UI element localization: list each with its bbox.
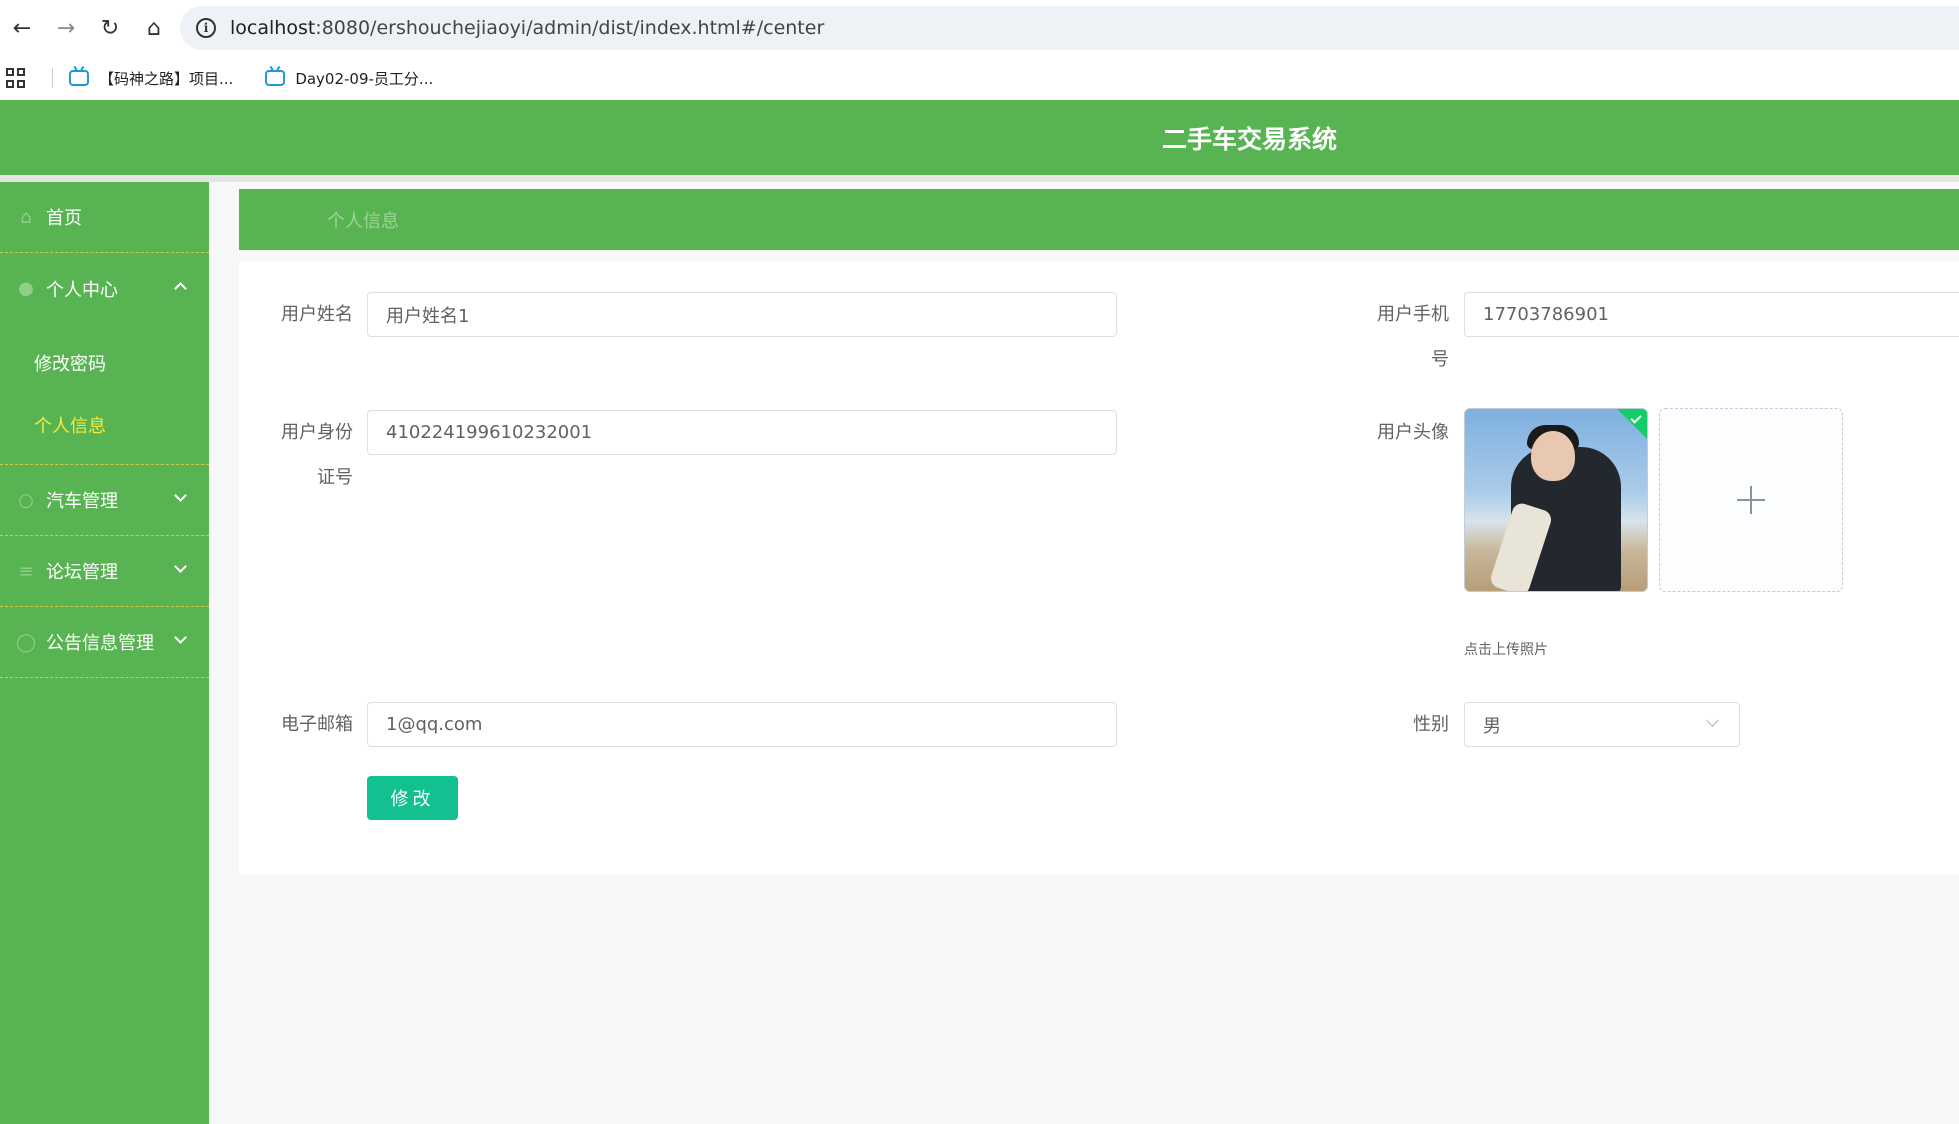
sidebar-item-forum-management[interactable]: ≡ 论坛管理 bbox=[0, 536, 209, 607]
url-text: localhost:8080/ershouchejiaoyi/admin/dis… bbox=[230, 17, 825, 39]
menu-icon: ≡ bbox=[18, 560, 34, 582]
home-browser-icon[interactable]: ⌂ bbox=[132, 6, 176, 50]
bookmark-label: Day02-09-员工分... bbox=[295, 69, 434, 88]
avatar-image[interactable] bbox=[1464, 408, 1648, 592]
chevron-up-icon bbox=[174, 282, 187, 295]
bookmark-item[interactable]: 【码神之路】项目... bbox=[69, 68, 233, 89]
gender-selected-value: 男 bbox=[1483, 715, 1501, 737]
sidebar-subitem-personal-info[interactable]: 个人信息 bbox=[0, 394, 209, 456]
car-icon: ○ bbox=[18, 489, 34, 511]
bookmarks-divider bbox=[52, 68, 53, 88]
sidebar-submenu: 修改密码 个人信息 bbox=[0, 324, 209, 465]
breadcrumb: 个人信息 bbox=[239, 189, 1959, 250]
address-bar[interactable]: i localhost:8080/ershouchejiaoyi/admin/d… bbox=[180, 6, 1959, 50]
header-divider bbox=[0, 175, 1959, 182]
bookmark-item[interactable]: Day02-09-员工分... bbox=[265, 68, 433, 89]
bookmark-label: 【码神之路】项目... bbox=[99, 69, 234, 88]
chevron-down-icon bbox=[1706, 714, 1719, 727]
sidebar-item-label: 论坛管理 bbox=[46, 562, 118, 583]
site-info-icon[interactable]: i bbox=[196, 18, 216, 38]
personal-info-form: 用户姓名 用户姓名1 用户手机 号 17703786901 用户身份 证号 41… bbox=[239, 262, 1959, 874]
sidebar-item-label: 首页 bbox=[46, 208, 82, 229]
home-icon: ⌂ bbox=[20, 206, 32, 228]
upload-tip: 点击上传照片 bbox=[1464, 642, 1548, 658]
chevron-down-icon bbox=[174, 631, 187, 644]
submit-button[interactable]: 修改 bbox=[367, 776, 458, 820]
sidebar-item-car-management[interactable]: ○ 汽车管理 bbox=[0, 465, 209, 536]
user-icon: ● bbox=[18, 278, 34, 299]
plus-icon bbox=[1737, 486, 1765, 514]
bookmarks-bar: 【码神之路】项目... Day02-09-员工分... bbox=[0, 56, 1959, 100]
avatar-label: 用户头像 bbox=[1377, 422, 1449, 443]
sidebar-item-notice-management[interactable]: ◯ 公告信息管理 bbox=[0, 607, 209, 678]
sidebar-item-label: 公告信息管理 bbox=[46, 633, 154, 654]
phone-input[interactable]: 17703786901 bbox=[1464, 292, 1959, 337]
sidebar-subitem-change-password[interactable]: 修改密码 bbox=[0, 332, 209, 394]
chevron-down-icon bbox=[174, 560, 187, 573]
email-input[interactable]: 1@qq.com bbox=[367, 702, 1117, 747]
app-title: 二手车交易系统 bbox=[1161, 124, 1337, 154]
browser-toolbar: ← → ↻ ⌂ i localhost:8080/ershouchejiaoyi… bbox=[0, 0, 1959, 56]
forward-icon[interactable]: → bbox=[44, 6, 88, 50]
gender-label: 性别 bbox=[1413, 714, 1449, 735]
sidebar-item-personal-center[interactable]: ● 个人中心 bbox=[0, 253, 209, 324]
back-icon[interactable]: ← bbox=[0, 6, 44, 50]
sidebar-item-home[interactable]: ⌂ 首页 bbox=[0, 182, 209, 253]
avatar-upload-button[interactable] bbox=[1659, 408, 1843, 592]
breadcrumb-current: 个人信息 bbox=[327, 210, 399, 232]
bilibili-icon bbox=[265, 70, 286, 86]
app-header: 二手车交易系统 bbox=[0, 100, 1959, 175]
chevron-down-icon bbox=[174, 489, 187, 502]
username-label: 用户姓名 bbox=[281, 304, 353, 325]
notice-icon: ◯ bbox=[15, 631, 37, 653]
reload-icon[interactable]: ↻ bbox=[88, 6, 132, 50]
phone-label: 用户手机 号 bbox=[1377, 304, 1449, 370]
username-input[interactable]: 用户姓名1 bbox=[367, 292, 1117, 337]
upload-success-badge bbox=[1614, 409, 1647, 440]
email-label: 电子邮箱 bbox=[281, 714, 353, 735]
sidebar-item-label: 汽车管理 bbox=[46, 491, 118, 512]
idcard-label: 用户身份 证号 bbox=[281, 422, 353, 488]
idcard-input[interactable]: 410224199610232001 bbox=[367, 410, 1117, 455]
sidebar: ⌂ 首页 ● 个人中心 修改密码 个人信息 ○ 汽车管理 ≡ 论坛管理 ◯ 公告… bbox=[0, 182, 209, 1124]
gender-select[interactable]: 男 bbox=[1464, 702, 1740, 747]
sidebar-item-label: 个人中心 bbox=[46, 279, 118, 301]
bilibili-icon bbox=[69, 70, 89, 86]
apps-grid-icon[interactable] bbox=[6, 68, 26, 88]
